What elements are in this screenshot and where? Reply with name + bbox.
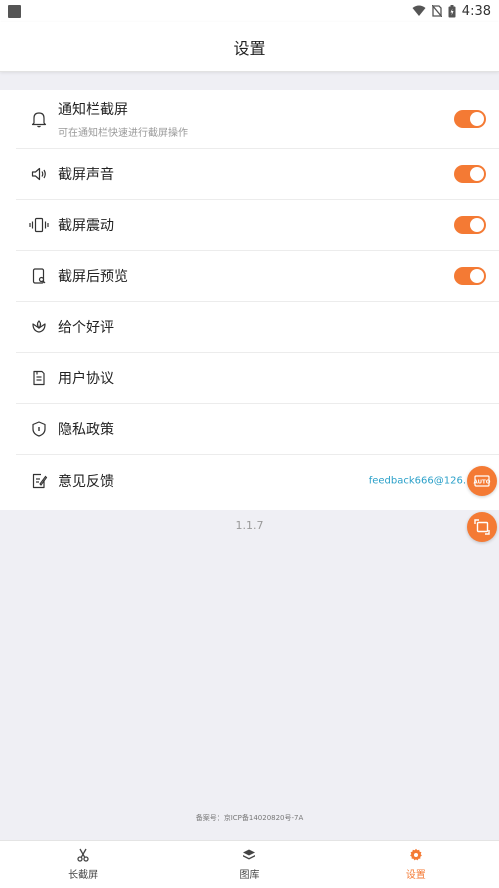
speaker-icon [26,161,52,187]
svg-text:AUTO: AUTO [474,479,491,485]
icp-record: 备案号：京ICP备14020820号-7A [195,814,304,822]
status-bar: 4:38 [0,0,499,22]
app-header: 设置 [0,22,499,72]
setting-notification-screenshot[interactable]: 通知栏截屏 可在通知栏快速进行截屏操作 [16,90,499,149]
nav-label: 长截屏 [68,870,99,881]
setting-feedback[interactable]: 意见反馈 feedback666@126. [16,455,499,506]
auto-scroll-button[interactable]: AUTO [467,466,497,496]
screenshot-sound-toggle[interactable] [454,165,486,183]
nav-label: 图库 [239,870,260,881]
no-sim-icon [431,5,442,17]
setting-screenshot-sound[interactable]: 截屏声音 [16,149,499,200]
status-time: 4:38 [461,3,491,19]
lotus-icon [26,314,52,340]
setting-label: 截屏震动 [58,218,114,234]
screenshot-vibration-toggle[interactable] [454,216,486,234]
status-right: 4:38 [412,4,491,19]
feedback-icon [26,468,52,494]
setting-label: 用户协议 [58,371,114,387]
setting-screenshot-vibration[interactable]: 截屏震动 [16,200,499,251]
nav-gallery[interactable]: 图库 [166,841,332,888]
setting-privacy-policy[interactable]: 隐私政策 [16,404,499,455]
app-version: 1.1.7 [235,519,264,532]
notification-icon [8,4,21,18]
feedback-email[interactable]: feedback666@126. [369,475,466,486]
setting-label: 意见反馈 [58,473,114,490]
setting-label: 截屏声音 [58,167,114,183]
bell-icon [26,106,52,132]
setting-user-agreement[interactable]: 用户协议 [16,353,499,404]
document-icon [26,365,52,391]
shield-icon [26,416,52,442]
scissors-icon [77,848,89,862]
layers-icon [243,849,256,860]
auto-icon: AUTO [474,475,491,487]
setting-label: 通知栏截屏 [58,102,128,118]
wifi-icon [412,5,426,16]
setting-rate-app[interactable]: 给个好评 [16,302,499,353]
nav-settings[interactable]: 设置 [333,841,499,888]
setting-label: 给个好评 [58,320,114,336]
page-title: 设置 [233,38,266,58]
bottom-nav: 长截屏 图库 设置 [0,840,499,888]
gear-icon [409,848,422,861]
setting-label: 截屏后预览 [58,269,128,285]
vibrate-icon [26,212,52,238]
settings-list: 通知栏截屏 可在通知栏快速进行截屏操作 截屏声音 截屏震动 截屏后预览 给个好评… [0,90,499,510]
preview-icon [26,263,52,289]
preview-after-screenshot-toggle[interactable] [454,267,486,285]
nav-long-screenshot[interactable]: 长截屏 [0,841,166,888]
setting-label: 隐私政策 [58,422,114,438]
nav-label: 设置 [405,870,426,881]
battery-icon [448,4,456,17]
setting-preview-after-screenshot[interactable]: 截屏后预览 [16,251,499,302]
notification-screenshot-toggle[interactable] [454,110,486,128]
setting-description: 可在通知栏快速进行截屏操作 [58,128,188,139]
